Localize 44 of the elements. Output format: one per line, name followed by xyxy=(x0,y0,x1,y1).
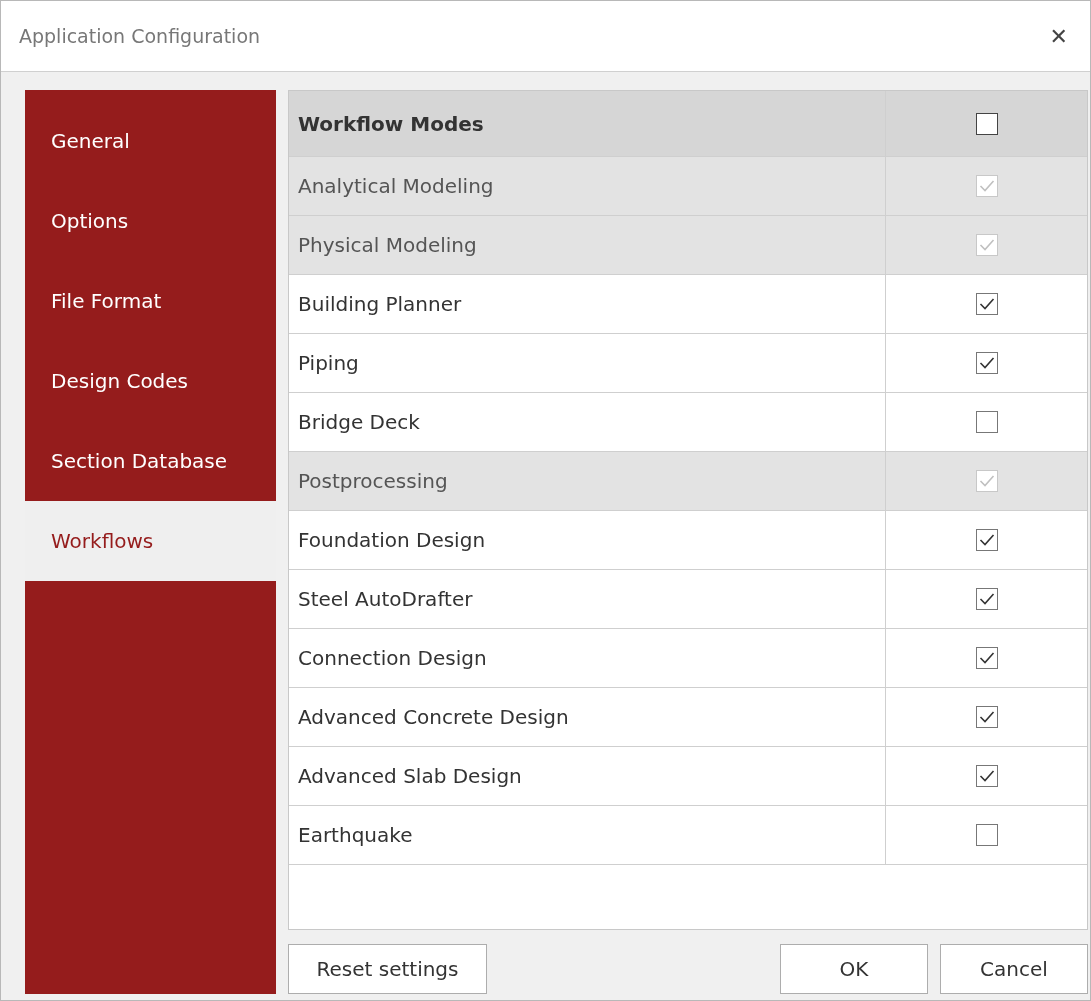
sidebar-item[interactable]: Workflows xyxy=(25,501,276,581)
window-title: Application Configuration xyxy=(19,25,261,47)
checkmark-icon xyxy=(978,179,995,193)
sidebar-item[interactable]: General xyxy=(25,101,276,181)
sidebar-item[interactable]: Options xyxy=(25,181,276,261)
sidebar-item[interactable]: Section Database xyxy=(25,421,276,501)
checkbox[interactable] xyxy=(975,647,998,669)
checkbox[interactable] xyxy=(975,293,998,315)
checkbox[interactable] xyxy=(975,824,998,846)
checkbox[interactable] xyxy=(975,706,998,728)
checkmark-icon xyxy=(978,592,995,606)
checkmark-icon xyxy=(978,710,995,724)
sidebar-item[interactable]: File Format xyxy=(25,261,276,341)
checkbox[interactable] xyxy=(975,588,998,610)
checkmark-icon xyxy=(978,297,995,311)
table-cell: Analytical Modeling xyxy=(289,157,886,215)
table-cell: Advanced Slab Design xyxy=(289,747,886,805)
table-cell: Bridge Deck xyxy=(289,393,886,451)
checkbox[interactable] xyxy=(975,112,998,135)
checkmark-icon xyxy=(978,651,995,665)
reset-button[interactable]: Reset settings xyxy=(288,944,487,994)
table-cell: Earthquake xyxy=(289,806,886,864)
table-cell: Postprocessing xyxy=(289,452,886,510)
checkbox[interactable] xyxy=(975,352,998,374)
table-cell: Steel AutoDrafter xyxy=(289,570,886,628)
table-cell: Connection Design xyxy=(289,629,886,687)
checkmark-icon xyxy=(978,238,995,252)
table-cell: Foundation Design xyxy=(289,511,886,569)
checkmark-icon xyxy=(978,356,995,370)
checkmark-icon xyxy=(978,769,995,783)
table-cell: Physical Modeling xyxy=(289,216,886,274)
checkbox[interactable] xyxy=(975,529,998,551)
ok-button[interactable]: OK xyxy=(780,944,928,994)
table-cell: Advanced Concrete Design xyxy=(289,688,886,746)
checkbox[interactable] xyxy=(975,765,998,787)
checkmark-icon xyxy=(978,533,995,547)
table-cell: Piping xyxy=(289,334,886,392)
checkmark-icon xyxy=(978,474,995,488)
column-header: Workflow Modes xyxy=(289,91,886,156)
cancel-button[interactable]: Cancel xyxy=(940,944,1088,994)
table-cell: Building Planner xyxy=(289,275,886,333)
sidebar-item[interactable]: Design Codes xyxy=(25,341,276,421)
close-button[interactable]: ✕ xyxy=(1045,23,1072,49)
checkbox[interactable] xyxy=(975,411,998,433)
